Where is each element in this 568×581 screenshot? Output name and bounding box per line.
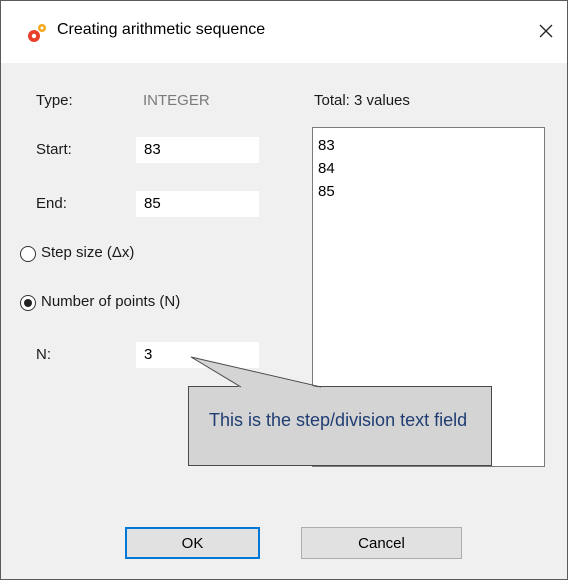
end-input[interactable]: 85 [136,191,259,217]
number-of-points-radio[interactable] [20,295,36,311]
list-item: 84 [318,160,335,177]
step-size-radio[interactable] [20,246,36,262]
start-input[interactable]: 83 [136,137,259,163]
ok-button[interactable]: OK [125,527,260,559]
title-bar: Creating arithmetic sequence [1,1,567,63]
start-label: Start: [36,141,72,158]
list-item: 85 [318,183,335,200]
list-item: 83 [318,137,335,154]
type-value: INTEGER [143,92,210,109]
annotation-callout: This is the step/division text field [188,386,492,466]
n-label: N: [36,346,51,363]
radio-selected-dot [24,299,32,307]
type-label: Type: [36,92,73,109]
window-title: Creating arithmetic sequence [57,21,266,38]
number-of-points-label[interactable]: Number of points (N) [41,293,180,310]
cancel-button[interactable]: Cancel [301,527,462,559]
step-size-label[interactable]: Step size (Δx) [41,244,134,261]
end-label: End: [36,195,67,212]
gears-icon [25,21,49,45]
callout-text: This is the step/division text field [209,410,468,430]
total-values-label: Total: 3 values [314,92,410,109]
arithmetic-sequence-dialog: Creating arithmetic sequence Type: INTEG… [0,0,568,580]
close-icon[interactable] [531,16,561,46]
n-input[interactable]: 3 [136,342,259,368]
